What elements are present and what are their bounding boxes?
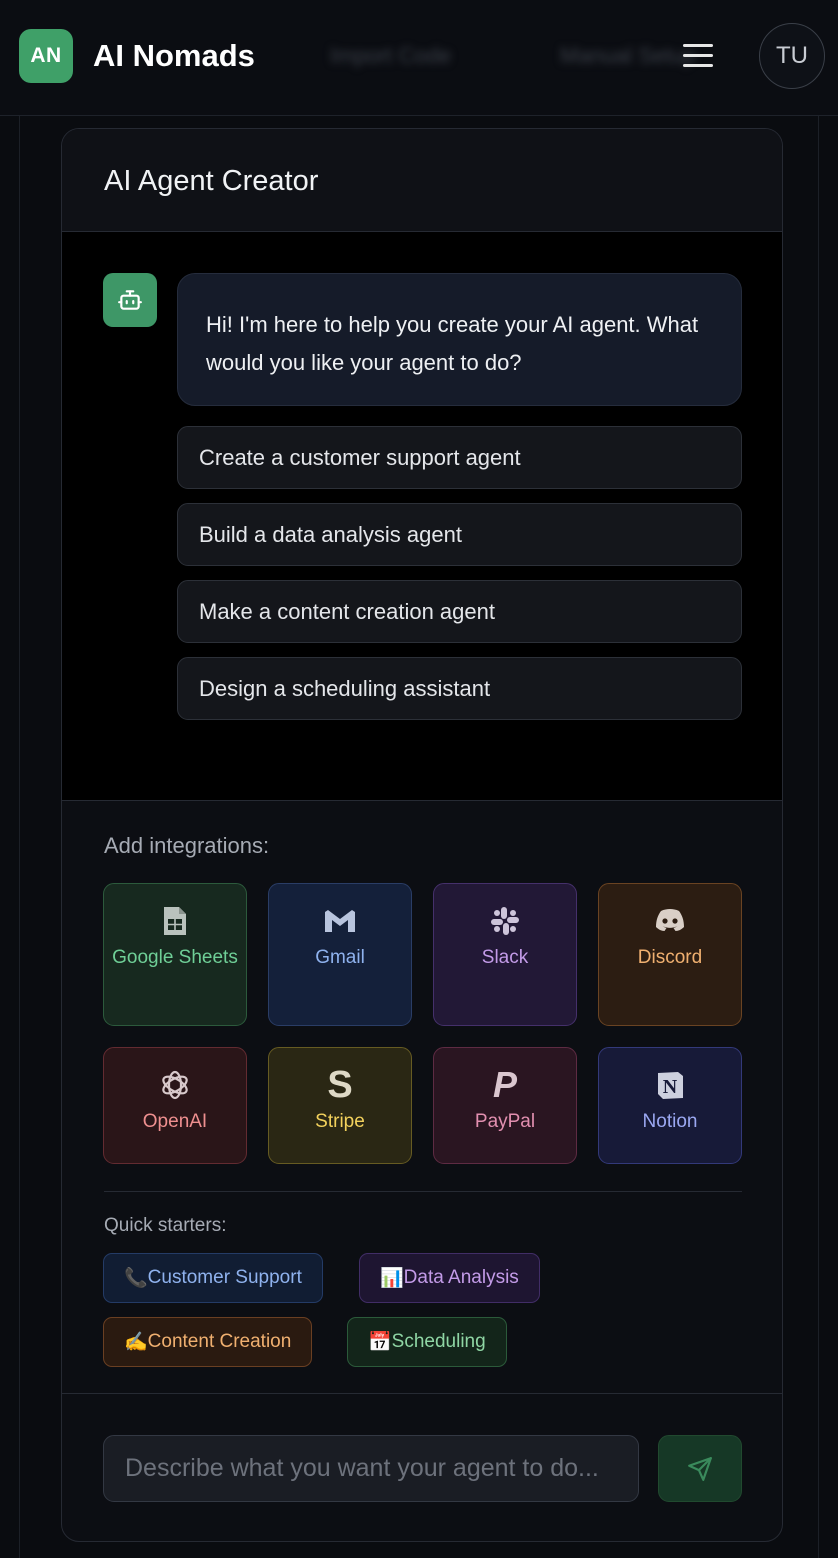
integration-label: OpenAI xyxy=(142,1111,208,1132)
integration-slack[interactable]: Slack xyxy=(433,883,577,1026)
quick-starter-data-analysis[interactable]: 📊 Data Analysis xyxy=(359,1253,540,1303)
integration-stripe[interactable]: S Stripe xyxy=(268,1047,412,1164)
agent-description-input[interactable] xyxy=(103,1435,639,1502)
paypal-icon: P xyxy=(492,1064,517,1105)
section-divider xyxy=(104,1191,742,1192)
integration-notion[interactable]: N Notion xyxy=(598,1047,742,1164)
bar-chart-icon: 📊 xyxy=(380,1268,404,1289)
quick-starter-customer-support[interactable]: 📞 Customer Support xyxy=(103,1253,323,1303)
notion-icon: N xyxy=(653,1068,687,1102)
suggestion-content-creation[interactable]: Make a content creation agent xyxy=(177,580,742,643)
writing-hand-icon: ✍️ xyxy=(124,1332,148,1353)
bot-icon xyxy=(103,273,157,327)
svg-text:N: N xyxy=(663,1076,678,1098)
quick-starter-content-creation[interactable]: ✍️ Content Creation xyxy=(103,1317,313,1367)
top-bar: Import Code Manual Setup AN AI Nomads TU xyxy=(0,0,838,116)
blurred-manual-setup-link: Manual Setup xyxy=(560,43,696,68)
quick-starters-label: Quick starters: xyxy=(104,1215,227,1236)
integration-label: Slack xyxy=(481,947,529,968)
integration-label: Notion xyxy=(642,1111,698,1132)
calendar-icon: 📅 xyxy=(368,1332,392,1353)
card-title: AI Agent Creator xyxy=(104,165,319,197)
suggestion-scheduling[interactable]: Design a scheduling assistant xyxy=(177,657,742,720)
integration-label: Google Sheets xyxy=(112,947,238,968)
composer xyxy=(62,1393,782,1541)
card-header: AI Agent Creator xyxy=(62,129,782,232)
page-border-right xyxy=(818,116,819,1558)
hamburger-menu-icon[interactable] xyxy=(678,38,718,74)
slack-icon xyxy=(488,904,522,938)
integration-label: Gmail xyxy=(315,947,365,968)
sheets-icon xyxy=(158,904,192,938)
integration-label: Stripe xyxy=(315,1111,365,1132)
quick-starter-scheduling[interactable]: 📅 Scheduling xyxy=(347,1317,507,1367)
integration-paypal[interactable]: P PayPal xyxy=(433,1047,577,1164)
bot-message-bubble: Hi! I'm here to help you create your AI … xyxy=(177,273,742,406)
integrations-section: Add integrations: Google Sheets Gmail Sl xyxy=(62,801,782,1393)
chip-label: Content Creation xyxy=(147,1331,292,1352)
chip-label: Data Analysis xyxy=(403,1267,519,1288)
integration-google-sheets[interactable]: Google Sheets xyxy=(103,883,247,1026)
chat-area: Hi! I'm here to help you create your AI … xyxy=(62,232,782,801)
chip-label: Customer Support xyxy=(147,1267,302,1288)
integration-openai[interactable]: OpenAI xyxy=(103,1047,247,1164)
suggestion-customer-support[interactable]: Create a customer support agent xyxy=(177,426,742,489)
chip-label: Scheduling xyxy=(391,1331,486,1352)
phone-icon: 📞 xyxy=(124,1268,148,1289)
user-avatar[interactable]: TU xyxy=(759,23,825,89)
blurred-import-code-link: Import Code xyxy=(330,43,452,68)
stripe-icon: S xyxy=(327,1064,353,1106)
gmail-icon xyxy=(323,904,357,938)
integration-discord[interactable]: Discord xyxy=(598,883,742,1026)
integration-gmail[interactable]: Gmail xyxy=(268,883,412,1026)
brand-name[interactable]: AI Nomads xyxy=(93,38,255,74)
integration-label: PayPal xyxy=(474,1111,536,1132)
page-border-left xyxy=(19,116,20,1558)
logo-badge[interactable]: AN xyxy=(19,29,73,83)
integrations-label: Add integrations: xyxy=(104,833,270,858)
discord-icon xyxy=(653,904,687,938)
suggestion-data-analysis[interactable]: Build a data analysis agent xyxy=(177,503,742,566)
agent-creator-card: AI Agent Creator Hi! I'm here to help yo… xyxy=(61,128,783,1542)
send-button[interactable] xyxy=(658,1435,742,1502)
send-icon xyxy=(688,1456,712,1481)
openai-icon xyxy=(158,1068,192,1102)
integration-label: Discord xyxy=(637,947,703,968)
